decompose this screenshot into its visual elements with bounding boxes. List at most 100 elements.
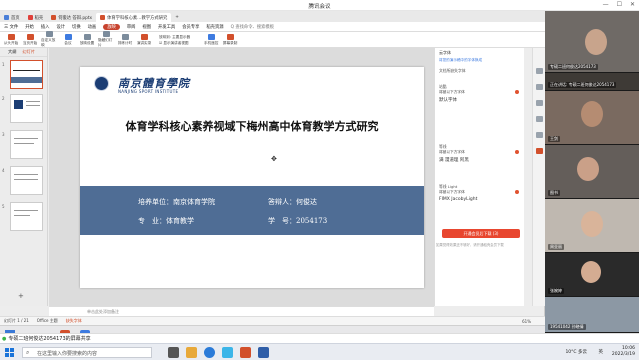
animation-icon[interactable] [536, 84, 543, 90]
windows-start-icon[interactable] [5, 348, 14, 357]
school-emblem-icon [94, 76, 109, 91]
new-tab-button[interactable]: + [171, 13, 183, 22]
participant-tile[interactable]: 张婉婷 [545, 253, 639, 297]
file-explorer-icon[interactable] [186, 347, 197, 358]
minimize-icon[interactable]: — [603, 1, 609, 8]
search-icon: ⌕ [26, 349, 30, 356]
menu-home[interactable]: 开始 [25, 24, 34, 30]
menu-member[interactable]: 会员专享 [182, 24, 199, 30]
hide-slide-button[interactable]: 隐藏幻灯片 [98, 31, 114, 48]
tab-outline[interactable]: 大纲 [8, 49, 16, 55]
home-icon [4, 15, 9, 20]
participant-name: 19541042 孙晓倩 [548, 324, 586, 330]
menu-file[interactable]: 三 文件 [4, 24, 18, 30]
panel-header: 云字体 [439, 50, 451, 55]
participant-face [581, 261, 601, 283]
phone-icon [207, 33, 215, 40]
phone-remote-button[interactable]: 手机遥控 [203, 33, 219, 46]
format-icon[interactable] [536, 100, 543, 106]
weather-status[interactable]: 10°C 多云 [565, 349, 587, 355]
meeting-app-icon[interactable] [222, 347, 233, 358]
participant-face [577, 157, 599, 181]
menu-developer[interactable]: 开发工具 [158, 24, 175, 30]
ppt-icon [100, 15, 106, 20]
property-icon[interactable] [536, 68, 543, 74]
notes-field[interactable]: 单击此处添加备注 [49, 306, 434, 316]
tab-docer[interactable]: 稻壳 [24, 13, 48, 22]
location-icon[interactable] [536, 116, 543, 122]
custom-show-button[interactable]: 自定义放映 [41, 31, 57, 48]
slide-thumbnail-2[interactable] [10, 94, 43, 123]
zoom-level[interactable]: 61% [522, 319, 531, 324]
close-icon[interactable]: ✕ [630, 1, 635, 8]
participant-tile[interactable]: 19541042 孙晓倩 [545, 297, 639, 333]
show-settings-button[interactable]: 放映设置 [79, 33, 95, 46]
maximize-icon[interactable]: ☐ [617, 1, 622, 8]
timer-icon [121, 33, 129, 40]
presenter-view-checkbox[interactable]: ☑ 显示演讲者视图 [159, 40, 190, 46]
edge-icon[interactable] [204, 347, 215, 358]
participant-tile[interactable]: 周亚丽 [545, 199, 639, 253]
missing-font-item[interactable]: 等线 将被以下方字体 满 漫道理 阿黑 [439, 144, 519, 163]
menu-view[interactable]: 视图 [142, 24, 151, 30]
speaking-name: 正在讲话: 专硕二班何俊达2054173 [548, 82, 617, 88]
screen-record-button[interactable]: 屏幕录制 [222, 33, 238, 46]
screen-share-bar: ● 专硕二班何俊达2054173的屏幕共享 [0, 333, 639, 343]
participant-name: 周亚丽 [548, 244, 564, 250]
speaking-banner: 正在讲话: 专硕二班何俊达2054173 [545, 73, 639, 91]
search-command-input[interactable]: Q 查找命令、搜索模板 [231, 24, 274, 30]
input-method[interactable]: 英 [599, 349, 604, 355]
missing-font-item[interactable]: 站酷 将被以下方字体 默认字体 [439, 84, 519, 103]
display-select[interactable]: 放映到: 主要显示器 [159, 34, 190, 40]
missing-fonts-heading: 文档所缺失字体 [439, 68, 466, 73]
task-view-icon[interactable] [168, 347, 179, 358]
major-label: 专 业：体育教学 [138, 217, 194, 225]
participant-tile[interactable]: 图书 [545, 145, 639, 199]
tab-ppt-research[interactable]: 体育学科核心素…教学方式研究 [96, 13, 172, 22]
wps-icon[interactable] [240, 347, 251, 358]
meeting-button[interactable]: 会议 [60, 33, 76, 46]
current-slide[interactable]: 南京體育學院 NANJING SPORT INSTITUTE 体育学科核心素养视… [80, 67, 424, 288]
settings-icon[interactable] [536, 132, 543, 138]
tab-slides[interactable]: 幻灯片 [22, 49, 35, 55]
menu-insert[interactable]: 插入 [41, 24, 50, 30]
menu-animation[interactable]: 动画 [88, 24, 97, 30]
info-band: 培养单位：南京体育学院 答辩人：何俊达 专 业：体育教学 学 号：2054173 [80, 186, 424, 235]
menu-review[interactable]: 审阅 [127, 24, 136, 30]
unit-label: 培养单位：南京体育学院 [138, 198, 215, 206]
slide-thumbnail-3[interactable] [10, 130, 43, 159]
rehearse-timing-button[interactable]: 排练计时 [117, 33, 133, 46]
ppt-icon [51, 15, 57, 20]
add-slide-button[interactable]: + [18, 292, 24, 300]
tab-ppt-defense[interactable]: 何俊达 答辩.pptx [47, 13, 96, 22]
meeting-icon [64, 33, 72, 40]
menu-design[interactable]: 设计 [56, 24, 65, 30]
missing-font-status[interactable]: 缺失字体 [66, 318, 82, 324]
slide-editing-area: 南京體育學院 NANJING SPORT INSTITUTE 体育学科核心素养视… [49, 48, 434, 306]
play-icon [26, 33, 34, 40]
participant-name: 专硕二班何俊达2054173 [548, 64, 598, 70]
participant-tile[interactable]: 王剑 [545, 91, 639, 145]
slide-thumbnail-1[interactable] [10, 60, 43, 89]
menu-docer-resources[interactable]: 稻壳资源 [206, 24, 223, 30]
play-from-start-button[interactable]: 从头开始 [3, 33, 19, 46]
slide-thumbnail-4[interactable] [10, 166, 43, 195]
play-current-button[interactable]: 当页开始 [22, 33, 38, 46]
system-clock[interactable]: 10:06 2022/3/19 [612, 346, 635, 358]
logo-english: NANJING SPORT INSTITUTE [118, 89, 179, 94]
download-dot-icon [515, 90, 519, 94]
missing-font-item[interactable]: 等线 Light 将被以下方字体 FIMX JacobyLight [439, 184, 519, 202]
participant-tile[interactable]: 专硕二班何俊达2054173 [545, 11, 639, 73]
slide-thumbnail-5[interactable] [10, 202, 43, 231]
play-icon [7, 33, 15, 40]
word-icon[interactable] [258, 347, 269, 358]
menu-transition[interactable]: 切换 [72, 24, 81, 30]
download-fonts-button[interactable]: 开通会员后下载 (3) [442, 229, 520, 238]
taskbar-search-input[interactable]: ⌕ 在这里输入你要搜索的内容 [22, 347, 152, 358]
menu-slideshow[interactable]: 放映 [103, 23, 120, 30]
tab-home[interactable]: 首页 [0, 13, 24, 22]
theme-name: Office 主题 [36, 318, 58, 323]
cloud-font-panel: 云字体 将您的演示稿中的字体换成 文档所缺失字体 站酷 将被以下方字体 默认字体… [434, 48, 524, 306]
font-icon[interactable] [536, 148, 543, 154]
speech-record-button[interactable]: 演讲实录 [136, 33, 152, 46]
